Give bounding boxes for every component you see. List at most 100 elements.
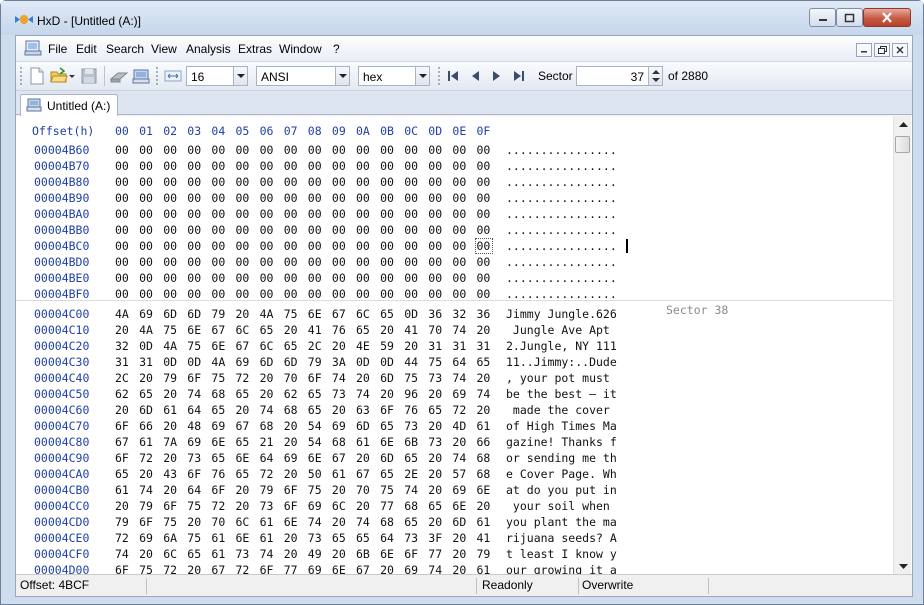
hex-byte[interactable]: 69 xyxy=(308,499,322,513)
text-column[interactable]: gazine! Thanks f xyxy=(506,435,617,449)
first-sector-icon[interactable] xyxy=(444,67,462,85)
hex-byte[interactable]: 69 xyxy=(308,563,322,574)
hex-byte[interactable]: 6D xyxy=(260,355,274,369)
hex-byte[interactable]: 4A xyxy=(163,339,177,353)
hex-byte[interactable]: 00 xyxy=(211,287,225,301)
hex-byte[interactable]: 0D xyxy=(404,307,418,321)
hex-byte[interactable]: 00 xyxy=(477,287,491,301)
hex-byte[interactable]: 73 xyxy=(428,371,442,385)
hex-byte[interactable]: 00 xyxy=(477,175,491,189)
hex-byte[interactable]: 00 xyxy=(404,271,418,285)
hex-byte[interactable]: 73 xyxy=(332,387,346,401)
hex-byte[interactable]: 00 xyxy=(284,175,298,189)
hex-byte[interactable]: 00 xyxy=(211,175,225,189)
hex-byte[interactable]: 6E xyxy=(211,435,225,449)
hex-byte[interactable]: 00 xyxy=(284,255,298,269)
hex-byte[interactable]: 65 xyxy=(211,403,225,417)
hex-byte[interactable]: 00 xyxy=(428,159,442,173)
text-column[interactable]: or sending me th xyxy=(506,451,617,465)
text-column[interactable]: ................ xyxy=(506,239,617,253)
hex-byte[interactable]: 20 xyxy=(260,387,274,401)
hex-byte[interactable]: 00 xyxy=(380,239,394,253)
hex-byte[interactable]: 6F xyxy=(284,483,298,497)
hex-byte[interactable]: 20 xyxy=(236,483,250,497)
hex-byte[interactable]: 6C xyxy=(356,307,370,321)
next-sector-icon[interactable] xyxy=(488,67,506,85)
new-file-icon[interactable] xyxy=(28,67,46,85)
close-button[interactable] xyxy=(863,8,911,27)
tab-untitled[interactable]: Untitled (A:) xyxy=(20,94,118,116)
hex-byte[interactable]: 96 xyxy=(404,387,418,401)
hex-byte[interactable]: 65 xyxy=(404,515,418,529)
hex-byte[interactable]: 00 xyxy=(380,175,394,189)
hex-byte[interactable]: 74 xyxy=(428,563,442,574)
bytes-per-row-select[interactable]: 16 xyxy=(186,66,248,86)
text-column[interactable]: , your pot must xyxy=(506,371,617,385)
hex-byte[interactable]: 6E xyxy=(236,451,250,465)
hex-byte[interactable]: 4E xyxy=(356,339,370,353)
hex-byte[interactable]: 00 xyxy=(452,287,466,301)
text-column[interactable]: ................ xyxy=(506,271,617,285)
hex-byte[interactable]: 00 xyxy=(115,159,129,173)
hex-byte[interactable]: 20 xyxy=(477,499,491,513)
hex-byte[interactable]: 68 xyxy=(211,387,225,401)
hex-byte[interactable]: 4A xyxy=(260,307,274,321)
hex-byte[interactable]: 73 xyxy=(236,547,250,561)
status-insert-mode[interactable]: Overwrite xyxy=(582,578,633,594)
hex-byte[interactable]: 65 xyxy=(308,387,322,401)
hex-byte[interactable]: 00 xyxy=(308,255,322,269)
text-column[interactable]: rijuana seeds? A xyxy=(506,531,617,545)
hex-byte[interactable]: 20 xyxy=(284,323,298,337)
text-column[interactable]: our growing it a xyxy=(506,563,617,574)
hex-byte[interactable]: 69 xyxy=(187,435,201,449)
hex-byte[interactable]: 00 xyxy=(308,271,322,285)
hex-byte[interactable]: 00 xyxy=(163,143,177,157)
hex-byte[interactable]: 7A xyxy=(163,435,177,449)
hex-byte[interactable]: 3A xyxy=(332,355,346,369)
hex-byte[interactable]: 75 xyxy=(211,371,225,385)
hex-byte[interactable]: 00 xyxy=(211,223,225,237)
hex-byte[interactable]: 20 xyxy=(236,403,250,417)
hex-byte[interactable]: 32 xyxy=(115,339,129,353)
hex-byte[interactable]: 61 xyxy=(477,515,491,529)
hex-byte[interactable]: 31 xyxy=(477,339,491,353)
hex-byte[interactable]: 00 xyxy=(356,207,370,221)
offset-base-select[interactable]: hex xyxy=(358,66,430,86)
hex-byte[interactable]: 75 xyxy=(187,499,201,513)
hex-byte[interactable]: 64 xyxy=(380,531,394,545)
hex-byte[interactable]: 74 xyxy=(452,451,466,465)
hex-byte[interactable]: 57 xyxy=(452,467,466,481)
hex-byte[interactable]: 20 xyxy=(332,403,346,417)
hex-byte[interactable]: 00 xyxy=(163,239,177,253)
hex-byte[interactable]: 20 xyxy=(139,467,153,481)
hex-byte[interactable]: 76 xyxy=(332,323,346,337)
hex-byte[interactable]: 41 xyxy=(308,323,322,337)
hex-byte[interactable]: 6E xyxy=(308,451,322,465)
hex-byte[interactable]: 00 xyxy=(356,175,370,189)
hex-byte[interactable]: 00 xyxy=(163,255,177,269)
hex-byte[interactable]: 72 xyxy=(452,403,466,417)
hex-byte[interactable]: 20 xyxy=(187,563,201,574)
hex-byte[interactable]: 20 xyxy=(163,451,177,465)
hex-byte[interactable]: 00 xyxy=(139,271,153,285)
hex-byte[interactable]: 49 xyxy=(308,547,322,561)
hex-byte[interactable]: 00 xyxy=(356,143,370,157)
hex-byte[interactable]: 00 xyxy=(260,223,274,237)
text-column[interactable]: 11..Jimmy:..Dude xyxy=(506,355,617,369)
hex-byte[interactable]: 75 xyxy=(139,563,153,574)
hex-byte[interactable]: 00 xyxy=(284,191,298,205)
hex-byte[interactable]: 72 xyxy=(115,531,129,545)
hex-byte[interactable]: 65 xyxy=(356,531,370,545)
hex-byte[interactable]: 00 xyxy=(477,271,491,285)
hex-byte[interactable]: 00 xyxy=(356,271,370,285)
hex-byte[interactable]: 20 xyxy=(477,323,491,337)
hex-byte[interactable]: 65 xyxy=(308,403,322,417)
hex-byte[interactable]: 6F xyxy=(284,499,298,513)
hex-byte[interactable]: 00 xyxy=(187,191,201,205)
hex-byte[interactable]: 68 xyxy=(260,419,274,433)
hex-byte[interactable]: 20 xyxy=(236,307,250,321)
hex-byte[interactable]: 00 xyxy=(308,143,322,157)
hex-byte[interactable]: 00 xyxy=(187,255,201,269)
hex-byte[interactable]: 20 xyxy=(284,419,298,433)
hex-byte[interactable]: 73 xyxy=(260,499,274,513)
